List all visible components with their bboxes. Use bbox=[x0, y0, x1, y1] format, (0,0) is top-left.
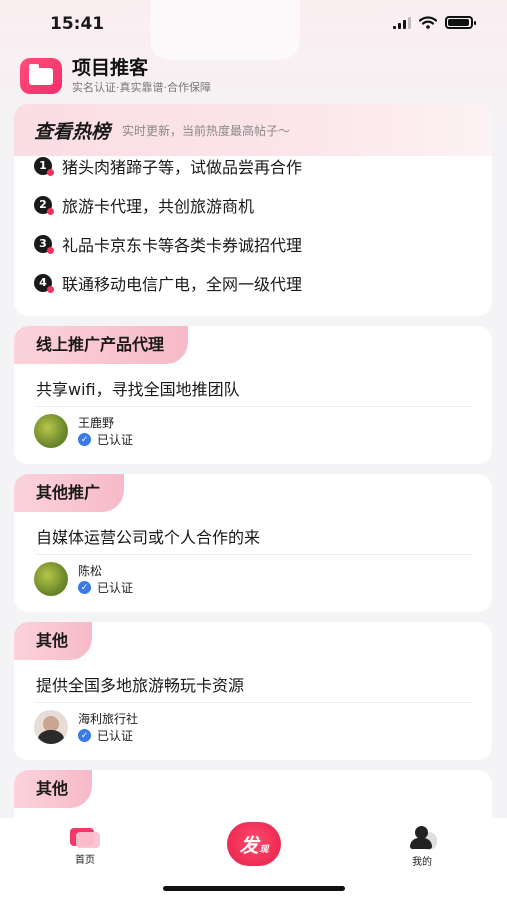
discover-label-sub: 现 bbox=[259, 844, 269, 855]
author-name: 陈松 bbox=[78, 563, 103, 578]
hot-list-title: 查看热榜 bbox=[34, 120, 111, 143]
app-logo-icon bbox=[20, 58, 62, 94]
author-info[interactable]: 海利旅行社 ✓ 已认证 bbox=[34, 710, 138, 744]
verified-check-icon: ✓ bbox=[78, 729, 91, 742]
hot-item-text: 旅游卡代理，共创旅游商机 bbox=[62, 196, 255, 216]
verified-check-icon: ✓ bbox=[78, 581, 91, 594]
hot-list-card: 查看热榜 实时更新，当前热度最高帖子～ 1 猪头肉猪蹄子等，试做品尝再合作 2 … bbox=[14, 104, 492, 316]
hot-item[interactable]: 4 联通移动电信广电，全网一级代理 bbox=[34, 263, 472, 302]
hot-item-text: 联通移动电信广电，全网一级代理 bbox=[62, 274, 303, 294]
verified-label: 已认证 bbox=[97, 432, 134, 447]
wifi-icon bbox=[419, 16, 437, 29]
category-tag: 其他 bbox=[14, 622, 93, 660]
signal-icon bbox=[393, 16, 411, 29]
home-folder-icon bbox=[70, 826, 100, 848]
rank-badge: 4 bbox=[34, 273, 54, 293]
project-title: 提供全国多地旅游畅玩卡资源 bbox=[36, 676, 245, 695]
project-title: 共享wifi，寻找全国地推团队 bbox=[36, 380, 240, 399]
status-icons bbox=[393, 16, 476, 29]
project-card[interactable]: 线上推广产品代理 共享wifi，寻找全国地推团队 王鹿野 ✓ 已认证 bbox=[14, 326, 492, 464]
hot-item[interactable]: 1 猪头肉猪蹄子等，试做品尝再合作 bbox=[34, 146, 472, 185]
divider bbox=[36, 702, 472, 703]
hot-item[interactable]: 3 礼品卡京东卡等各类卡券诚招代理 bbox=[34, 224, 472, 263]
category-tag: 其他 bbox=[14, 770, 93, 808]
app-header: 项目推客 实名认证·真实靠谱·合作保障 bbox=[20, 56, 211, 96]
home-indicator[interactable] bbox=[163, 886, 345, 891]
hot-item[interactable]: 2 旅游卡代理，共创旅游商机 bbox=[34, 185, 472, 224]
verified-check-icon: ✓ bbox=[78, 433, 91, 446]
avatar[interactable] bbox=[34, 562, 68, 596]
category-tag: 线上推广产品代理 bbox=[14, 326, 189, 364]
discover-label-main: 发 bbox=[239, 834, 259, 857]
verified-status: ✓ 已认证 bbox=[78, 580, 133, 596]
app-subtitle: 实名认证·真实靠谱·合作保障 bbox=[72, 80, 211, 94]
project-card[interactable]: 其他推广 自媒体运营公司或个人合作的来 陈松 ✓ 已认证 bbox=[14, 474, 492, 612]
category-tag: 其他推广 bbox=[14, 474, 125, 512]
app-title: 项目推客 bbox=[72, 56, 149, 79]
author-name: 王鹿野 bbox=[78, 415, 115, 430]
author-info[interactable]: 王鹿野 ✓ 已认证 bbox=[34, 414, 133, 448]
hot-item-text: 礼品卡京东卡等各类卡券诚招代理 bbox=[62, 235, 303, 255]
rank-badge: 1 bbox=[34, 156, 54, 176]
tab-me[interactable]: 我的 bbox=[382, 826, 462, 868]
status-bar: 15:41 bbox=[0, 12, 507, 36]
tab-me-label: 我的 bbox=[412, 857, 432, 868]
author-info[interactable]: 陈松 ✓ 已认证 bbox=[34, 562, 133, 596]
verified-label: 已认证 bbox=[97, 580, 134, 595]
verified-label: 已认证 bbox=[97, 728, 134, 743]
avatar[interactable] bbox=[34, 414, 68, 448]
hot-item-text: 猪头肉猪蹄子等，试做品尝再合作 bbox=[62, 157, 303, 177]
discover-button[interactable]: 发 现 bbox=[227, 822, 281, 866]
tab-home[interactable]: 首页 bbox=[45, 826, 125, 866]
project-title: 自媒体运营公司或个人合作的来 bbox=[36, 528, 261, 547]
hot-list-subtitle: 实时更新，当前热度最高帖子～ bbox=[122, 123, 291, 138]
status-time: 15:41 bbox=[50, 14, 105, 34]
project-card[interactable]: 其他 提供全国多地旅游畅玩卡资源 海利旅行社 ✓ 已认证 bbox=[14, 622, 492, 760]
rank-badge: 2 bbox=[34, 195, 54, 215]
divider bbox=[36, 406, 472, 407]
verified-status: ✓ 已认证 bbox=[78, 432, 133, 448]
author-name: 海利旅行社 bbox=[78, 711, 139, 726]
user-profile-icon bbox=[407, 826, 437, 850]
tab-home-label: 首页 bbox=[75, 855, 95, 866]
rank-badge: 3 bbox=[34, 234, 54, 254]
battery-icon bbox=[445, 16, 476, 29]
verified-status: ✓ 已认证 bbox=[78, 728, 138, 744]
divider bbox=[36, 554, 472, 555]
avatar[interactable] bbox=[34, 710, 68, 744]
